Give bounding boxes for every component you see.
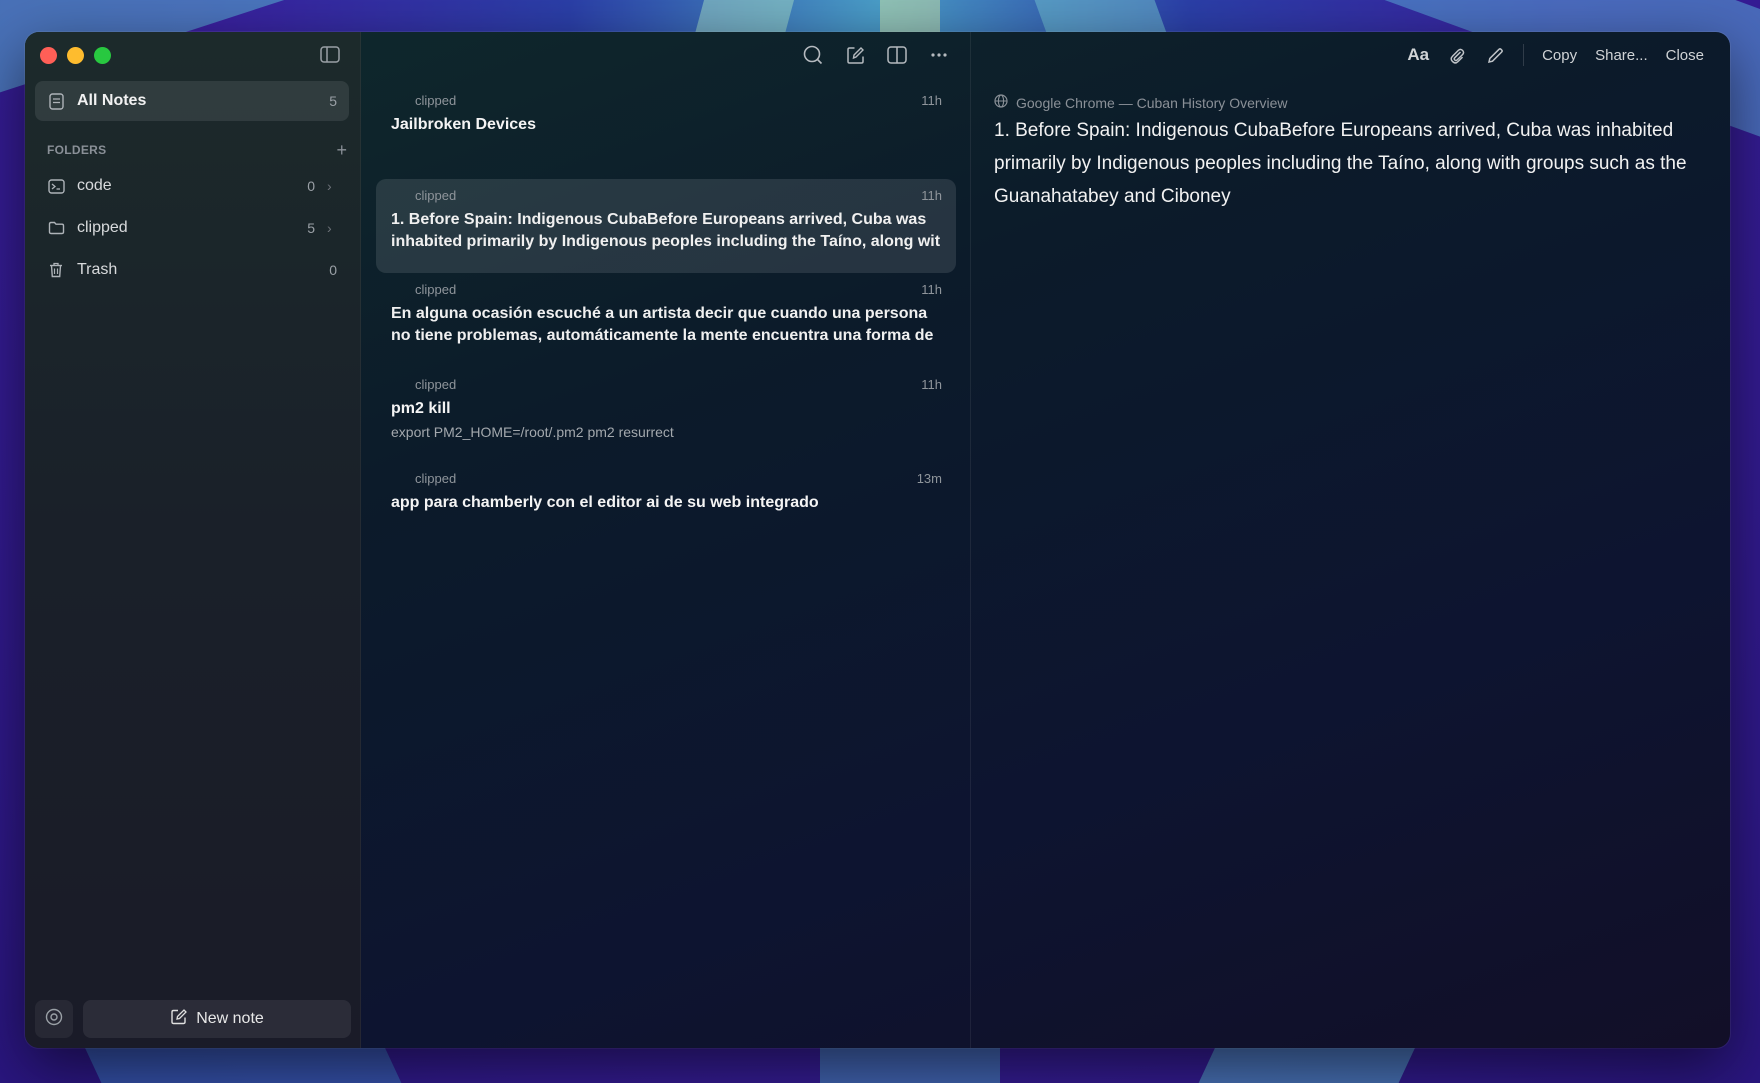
note-title: Jailbroken Devices [391,116,536,133]
list-item-selected[interactable]: clipped 11h 1. Before Spain: Indigenous … [376,179,956,273]
close-button[interactable]: Close [1666,47,1704,64]
folders-heading: FOLDERS [47,143,107,157]
font-format-button[interactable]: Aa [1407,45,1429,65]
note-folder: clipped [415,282,457,297]
new-note-button[interactable]: New note [83,1000,351,1038]
note-time: 13m [916,471,942,486]
note-meta: clipped 11h [391,188,942,203]
sidebar-item-trash[interactable]: Trash 0 [35,250,349,290]
folder-count: 0 [307,178,315,194]
share-button[interactable]: Share... [1595,47,1648,64]
note-folder: clipped [415,377,457,392]
note-subtitle: export PM2_HOME=/root/.pm2 pm2 resurrect [391,424,674,440]
note-folder: clipped [415,93,457,108]
note-meta: clipped 11h [391,93,942,108]
note-icon [47,92,65,110]
close-window-button[interactable] [40,47,57,64]
note-meta: clipped 11h [391,377,942,392]
list-item[interactable]: clipped 11h pm2 kill export PM2_HOME=/ro… [376,368,956,462]
note-preview: 1. Before Spain: Indigenous CubaBefore E… [391,211,941,250]
list-item[interactable]: clipped 11h Jailbroken Devices [376,84,956,179]
note-time: 11h [921,282,942,297]
trash-icon [47,261,65,279]
folder-count: 5 [307,220,315,236]
trash-count: 0 [329,262,337,278]
note-time: 11h [921,377,942,392]
sidebar-item-label: Trash [77,261,118,278]
settings-icon [45,1008,63,1031]
sidebar: All Notes 5 FOLDERS + code 0 › clipped 5… [25,32,361,1048]
list-item[interactable]: clipped 13m app para chamberly con el ed… [376,462,956,522]
note-time: 11h [921,188,942,203]
toolbar-divider [1523,44,1525,66]
folders-header: FOLDERS + [47,141,347,159]
terminal-icon [47,177,65,195]
chevron-right-icon[interactable]: › [327,178,337,194]
pencil-icon[interactable] [1485,45,1505,65]
sidebar-item-code[interactable]: code 0 › [35,166,349,206]
split-view-icon[interactable] [886,44,908,66]
detail-toolbar: Aa Copy Share... Close [1407,44,1704,66]
search-icon[interactable] [802,44,824,66]
new-note-label: New note [196,1010,264,1027]
notes-app-window: All Notes 5 FOLDERS + code 0 › clipped 5… [25,32,1730,1048]
globe-icon [994,94,1008,111]
paperclip-icon[interactable] [1447,45,1467,65]
note-title: app para chamberly con el editor ai de s… [391,494,819,511]
sidebar-item-all-notes[interactable]: All Notes 5 [35,81,349,121]
note-folder: clipped [415,188,457,203]
minimize-window-button[interactable] [67,47,84,64]
list-item[interactable]: clipped 11h En alguna ocasión escuché a … [376,273,956,368]
note-source: Google Chrome — Cuban History Overview [994,94,1288,111]
sidebar-footer: New note [35,1000,351,1038]
note-meta: clipped 13m [391,471,942,486]
note-meta: clipped 11h [391,282,942,297]
compose-icon [170,1008,188,1031]
note-count: 5 [329,93,337,109]
chevron-right-icon[interactable]: › [327,220,337,236]
zoom-window-button[interactable] [94,47,111,64]
more-options-icon[interactable] [928,44,950,66]
note-content[interactable]: 1. Before Spain: Indigenous CubaBefore E… [994,114,1700,213]
note-title: pm2 kill [391,400,451,417]
note-detail-pane: Aa Copy Share... Close Google Chrome — C… [971,32,1730,1048]
compose-icon[interactable] [844,44,866,66]
sidebar-item-label: All Notes [77,92,147,109]
sidebar-item-label: code [77,177,112,194]
list-toolbar [802,44,950,66]
folder-icon [47,219,65,237]
copy-button[interactable]: Copy [1542,47,1577,64]
note-folder: clipped [415,471,457,486]
window-controls [40,47,111,64]
sidebar-toggle-icon[interactable] [320,46,342,64]
sidebar-item-clipped[interactable]: clipped 5 › [35,208,349,248]
note-time: 11h [921,93,942,108]
sidebar-item-label: clipped [77,219,128,236]
source-label[interactable]: Google Chrome — Cuban History Overview [1016,95,1288,111]
note-preview: En alguna ocasión escuché a un artista d… [391,305,934,344]
notes-list: clipped 11h Jailbroken Devices clipped 1… [376,84,956,522]
settings-button[interactable] [35,1000,73,1038]
note-list-pane: clipped 11h Jailbroken Devices clipped 1… [361,32,971,1048]
add-folder-icon[interactable]: + [336,141,347,159]
